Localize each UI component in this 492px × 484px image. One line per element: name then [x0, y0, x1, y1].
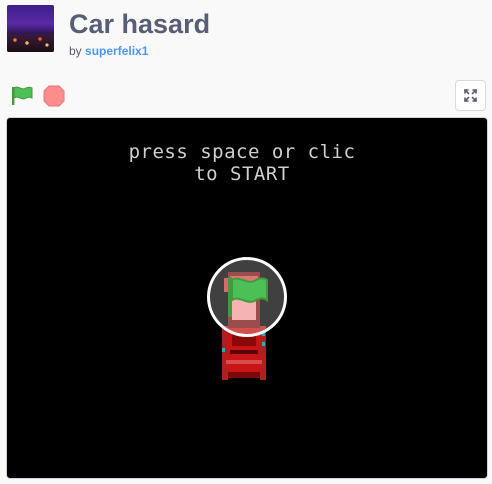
by-label: by — [69, 44, 82, 58]
green-flag-overlay-button[interactable] — [207, 257, 287, 337]
project-title: Car hasard — [69, 9, 211, 39]
thumbnail-cityscape — [7, 34, 54, 52]
project-thumbnail[interactable] — [7, 5, 54, 52]
author-link[interactable]: superfelix1 — [85, 44, 148, 58]
start-instruction-line-2: to START — [194, 163, 290, 185]
green-flag-icon — [12, 86, 33, 105]
stop-button[interactable] — [42, 84, 66, 108]
project-header: Car hasard by superfelix1 — [7, 5, 487, 58]
fullscreen-button[interactable] — [455, 80, 486, 111]
project-byline: by superfelix1 — [69, 44, 148, 58]
player-controls — [0, 80, 492, 112]
green-flag-icon — [228, 277, 268, 317]
expand-icon — [464, 89, 477, 102]
green-flag-button[interactable] — [9, 84, 35, 108]
stop-sign-icon — [43, 85, 65, 107]
project-stage[interactable]: press space or clic to START — [6, 117, 488, 479]
start-instruction-line-1: press space or clic — [128, 141, 356, 163]
